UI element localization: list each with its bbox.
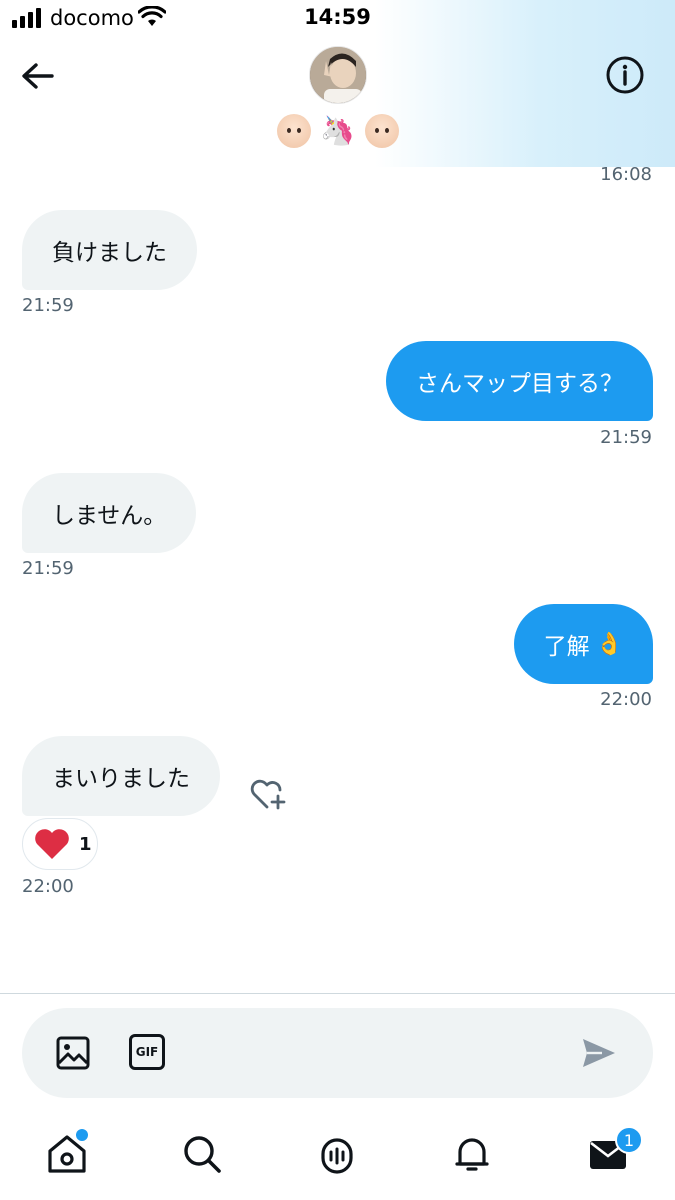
image-icon[interactable]: [56, 1036, 90, 1070]
ok-hand-emoji: 👌: [595, 631, 623, 657]
incoming-message-bubble[interactable]: しません。: [22, 473, 197, 553]
gif-button[interactable]: GIF: [129, 1034, 165, 1070]
messages-badge: 1: [615, 1126, 643, 1154]
info-circle-icon[interactable]: [604, 54, 646, 96]
incoming-message-bubble[interactable]: 負けました: [22, 210, 197, 290]
message-text: 了解: [543, 634, 590, 660]
message-timestamp: 22:00: [600, 689, 652, 710]
avatar-photo: [310, 47, 366, 103]
reaction-count: 1: [79, 833, 92, 855]
spaces-icon[interactable]: [315, 1132, 359, 1176]
incoming-message-bubble[interactable]: まいりました: [22, 736, 220, 816]
bottom-tab-bar: [0, 1120, 675, 1200]
message-timestamp: 21:59: [22, 558, 74, 579]
send-icon[interactable]: [580, 1034, 618, 1072]
outgoing-message-bubble[interactable]: さんマップ目する？: [386, 341, 653, 421]
arrow-left-icon[interactable]: [18, 56, 58, 96]
home-notification-dot: [76, 1129, 88, 1141]
notifications-icon[interactable]: [450, 1132, 494, 1176]
message-timestamp: 21:59: [22, 295, 74, 316]
red-heart-emoji: [35, 829, 69, 859]
conversation-name-emojis: 🦄: [0, 114, 675, 148]
unicorn-emoji: 🦄: [320, 114, 355, 147]
message-timestamp: 21:59: [600, 427, 652, 448]
message-composer[interactable]: GIF: [22, 1008, 653, 1098]
outgoing-message-bubble[interactable]: 了解 👌: [513, 604, 653, 684]
add-reaction-icon[interactable]: [248, 776, 288, 812]
composer-divider: [0, 993, 675, 994]
message-timestamp: 22:00: [22, 876, 74, 897]
conversation-avatar[interactable]: [309, 46, 367, 104]
person-face-emoji: [276, 114, 311, 148]
person-face-emoji: [364, 114, 399, 148]
search-icon[interactable]: [180, 1132, 224, 1176]
reaction-pill[interactable]: 1: [22, 818, 98, 870]
message-timestamp: 16:08: [600, 164, 652, 185]
